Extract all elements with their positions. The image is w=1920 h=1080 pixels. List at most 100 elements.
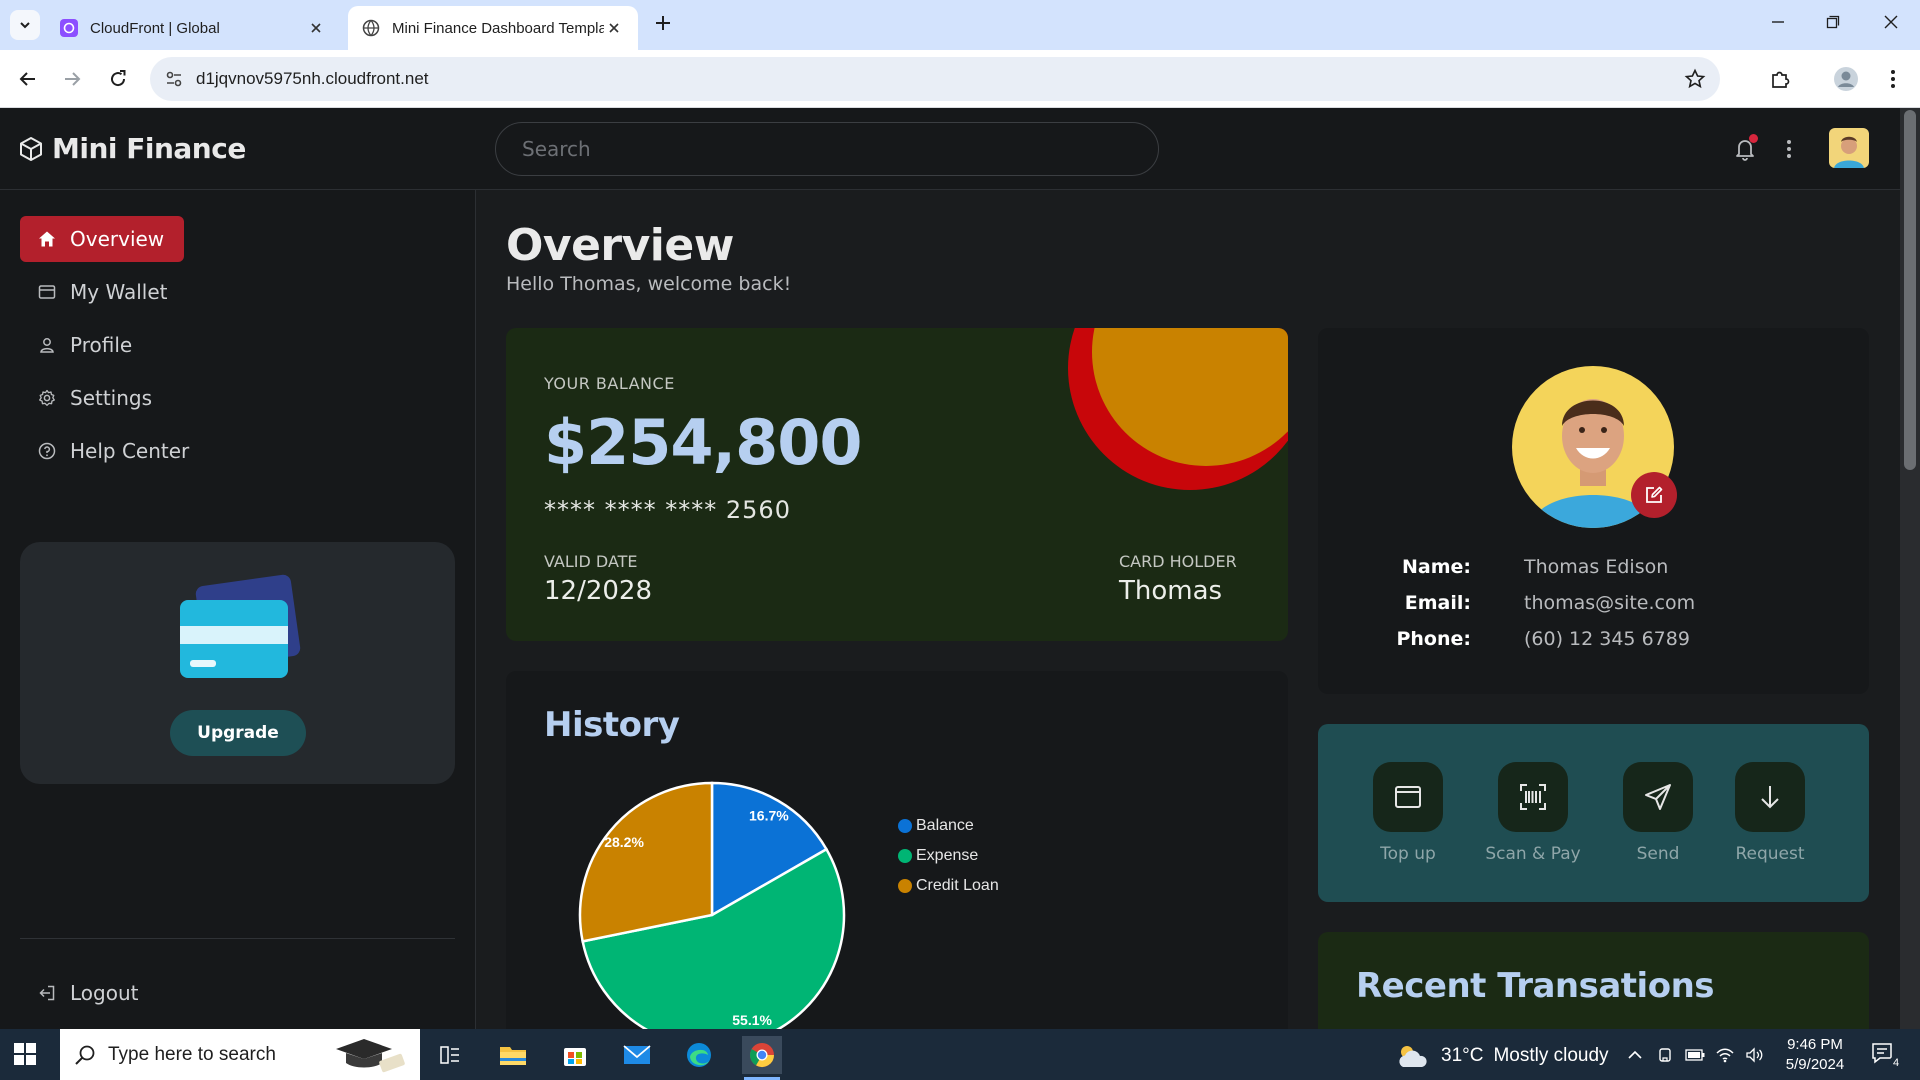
action-label: Send [1636,844,1680,864]
scrollbar-thumb[interactable] [1904,110,1916,470]
clock-time: 9:46 PM [1787,1036,1843,1053]
more-vertical-icon [1787,140,1791,158]
profile-row-phone: Phone: (60) 12 345 6789 [1318,628,1869,658]
tab-search-button[interactable] [10,10,40,40]
taskbar-edge[interactable] [679,1036,719,1074]
legend-label: Credit Loan [916,877,999,894]
more-vertical-icon [1891,70,1895,88]
tray-volume-icon[interactable] [1744,1045,1766,1065]
new-tab-button[interactable] [652,12,674,34]
task-view-button[interactable] [430,1036,470,1074]
windows-taskbar: Type here to search 31°C Mostly cloudy 9… [0,1029,1920,1080]
folder-icon [500,1047,526,1065]
history-title: History [544,705,680,745]
close-window-button[interactable] [1879,10,1903,34]
action-icon-box [1373,762,1443,832]
forward-button[interactable] [60,67,84,91]
legend-swatch [898,879,912,893]
clock-date: 5/9/2024 [1785,1056,1845,1073]
valid-date-label: VALID DATE [544,552,638,571]
legend-item[interactable]: Expense [898,841,999,871]
credit-card-illustration [180,574,301,678]
taskbar-weather[interactable]: 31°C Mostly cloudy [1395,1042,1609,1070]
user-avatar[interactable] [1829,128,1869,168]
taskbar-store[interactable] [555,1036,595,1074]
pie-slice-credit-loan[interactable] [578,781,714,943]
action-icon-box [1498,762,1568,832]
globe-icon [362,19,380,37]
taskbar-search-box[interactable]: Type here to search [60,1029,420,1080]
tray-device-icon[interactable] [1654,1045,1676,1065]
chevron-down-icon [20,22,30,29]
barcode-icon [1520,784,1546,810]
sidebar-item-overview[interactable]: Overview [20,216,185,262]
store-icon [564,1048,586,1066]
action-request[interactable]: Request [1710,762,1830,864]
legend-item[interactable]: Balance [898,811,999,841]
browser-menu-button[interactable] [1880,66,1906,92]
close-tab-icon[interactable] [306,18,326,38]
profile-button[interactable] [1833,66,1859,92]
arrow-down-icon [1761,786,1779,809]
address-bar[interactable]: d1jqvnov5975nh.cloudfront.net [150,57,1720,101]
taskbar-file-explorer[interactable] [493,1036,533,1074]
sidebar-item-my-wallet[interactable]: My Wallet [20,269,187,315]
taskbar-clock[interactable]: 9:46 PM 5/9/2024 [1780,1035,1850,1075]
recent-transactions-title: Recent Transations [1356,966,1715,1006]
extensions-button[interactable] [1767,66,1793,92]
notification-dot [1749,134,1758,143]
weather-cloudy-icon [1399,1046,1427,1067]
topup-icon [1395,786,1421,808]
sidebar-item-help-center[interactable]: Help Center [20,428,209,474]
url-text: d1jqvnov5975nh.cloudfront.net [196,69,429,88]
tray-wifi-icon[interactable] [1714,1045,1736,1065]
close-tab-icon[interactable] [604,18,624,38]
sidebar-item-profile[interactable]: Profile [20,322,152,368]
card-decoration [1068,328,1288,490]
recent-transactions-card: Recent Transations [1318,932,1869,1029]
action-scan-pay[interactable]: Scan & Pay [1473,762,1593,864]
tray-battery-icon[interactable] [1684,1045,1706,1065]
quick-actions-card: Top up Scan & Pay Send Request [1318,724,1869,902]
action-send[interactable]: Send [1598,762,1718,864]
minimize-window-button[interactable] [1766,10,1790,34]
tab-title: CloudFront | Global [90,19,220,37]
show-hidden-icons-button[interactable] [1624,1045,1646,1065]
tab-title: Mini Finance Dashboard Templa [392,19,604,37]
search-input[interactable] [496,123,1158,175]
windows-start-icon[interactable] [14,1043,36,1065]
action-label: Scan & Pay [1485,844,1581,864]
back-button[interactable] [16,67,40,91]
name-value: Thomas Edison [1524,556,1669,578]
profile-card: Name: Thomas Edison Email: thomas@site.c… [1318,328,1869,694]
sidebar-item-settings[interactable]: Settings [20,375,172,421]
legend-item[interactable]: Credit Loan [898,871,999,901]
send-icon [1645,784,1671,810]
graduation-cap-icon [336,1039,405,1073]
avatar-image [1829,128,1869,168]
volume-icon [1746,1047,1763,1063]
legend-label: Balance [916,817,974,834]
wifi-icon [1716,1048,1734,1063]
action-top-up[interactable]: Top up [1348,762,1468,864]
browser-tab-mini-finance[interactable]: Mini Finance Dashboard Templa [348,6,638,50]
close-icon [1884,15,1898,29]
taskbar-chrome[interactable] [742,1036,782,1080]
edit-profile-button[interactable] [1631,472,1677,518]
welcome-message: Hello Thomas, welcome back! [506,273,792,295]
browser-tab-cloudfront[interactable]: CloudFront | Global [46,6,340,50]
reload-button[interactable] [106,67,130,91]
restore-window-button[interactable] [1821,10,1845,34]
avatar-icon [1834,67,1858,91]
brand-logo[interactable]: Mini Finance [18,132,246,165]
notifications-button[interactable] [1732,134,1758,162]
history-pie-chart: 16.7% 55.1% 28.2% [578,781,846,1029]
bookmark-star-icon[interactable] [1684,68,1706,90]
page-scrollbar[interactable] [1900,108,1920,1029]
sidebar-item-logout[interactable]: Logout [20,970,158,1016]
site-settings-icon[interactable] [164,69,184,89]
taskbar-mail[interactable] [617,1036,657,1074]
header-menu-button[interactable] [1776,136,1802,162]
sidebar-divider [20,938,455,939]
upgrade-button[interactable]: Upgrade [170,710,306,756]
